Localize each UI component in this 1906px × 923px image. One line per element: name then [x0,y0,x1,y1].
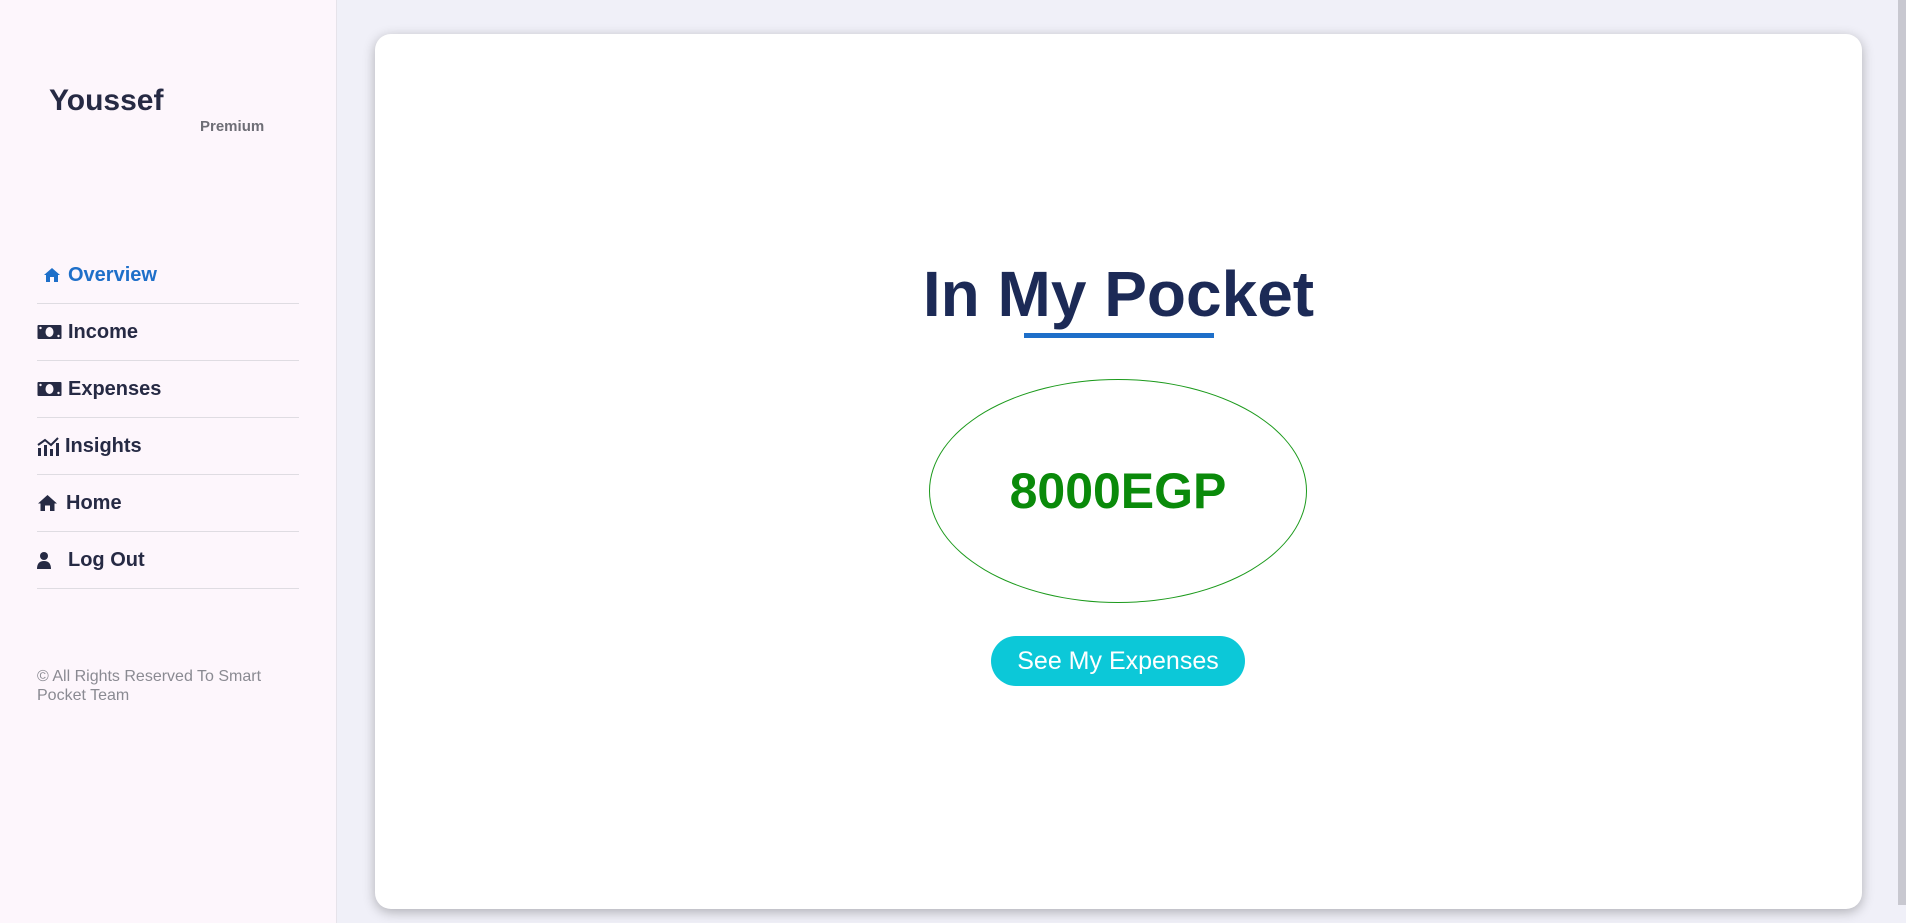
sidebar-item-expenses[interactable]: Expenses [37,361,299,418]
user-tier-badge: Premium [200,118,265,135]
sidebar-item-overview[interactable]: Overview [37,247,299,304]
page-title: In My Pocket [922,258,1315,330]
sidebar-item-label: Expenses [68,377,162,400]
scrollbar[interactable] [1898,0,1906,923]
see-expenses-button[interactable]: See My Expenses [991,636,1245,686]
home-icon [37,493,61,513]
title-underline [1024,333,1214,338]
sidebar-item-label: Insights [65,434,142,457]
main-card: In My Pocket 8000EGP See My Expenses [375,34,1862,909]
sidebar-item-label: Log Out [68,548,145,571]
sidebar-item-label: Income [68,320,139,343]
user-name: Youssef [49,84,164,117]
user-icon [37,550,63,570]
sidebar-item-label: Home [66,491,122,514]
scrollbar-thumb[interactable] [1898,0,1906,905]
balance-amount: 8000EGP [1009,463,1227,519]
home-icon [43,265,63,285]
money-bill-icon [37,379,63,399]
sidebar-item-label: Overview [68,263,157,286]
chart-icon [37,436,60,456]
sidebar-item-home[interactable]: Home [37,475,299,532]
money-bill-icon [37,322,63,342]
sidebar-item-logout[interactable]: Log Out [37,532,299,589]
copyright-notice: © All Rights Reserved To Smart Pocket Te… [37,668,262,704]
sidebar-nav: Overview Income Expenses Insights Home L… [37,247,299,589]
balance-display: 8000EGP [929,379,1307,603]
sidebar: Youssef Premium Overview Income Expenses… [0,0,337,923]
sidebar-item-income[interactable]: Income [37,304,299,361]
sidebar-item-insights[interactable]: Insights [37,418,299,475]
